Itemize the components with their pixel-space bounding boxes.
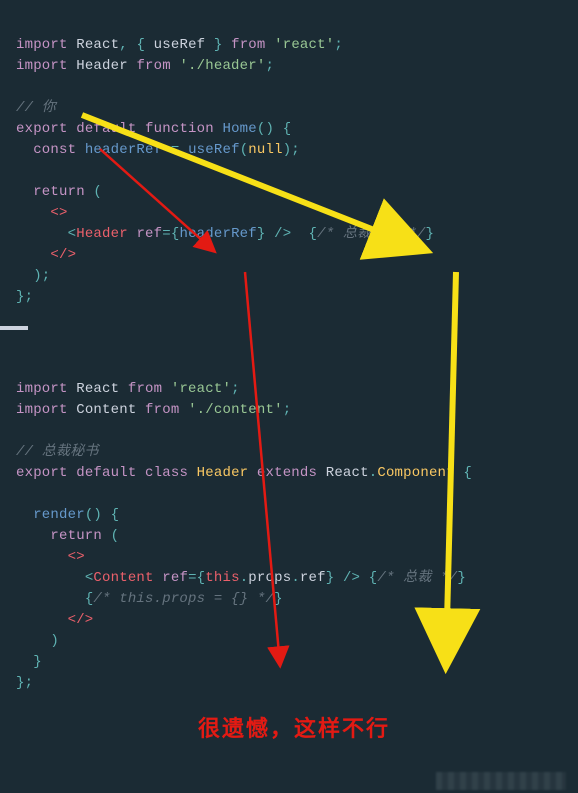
caption-text: 很遗憾，这样不行 [198,711,390,743]
code-block-2: import React from 'react'; import Conten… [0,332,578,708]
section-divider [0,328,28,330]
comment-this-props: /* this.props = {} */ [93,591,274,607]
jsx-fragment-open: <> [50,205,67,221]
kw-import: import [16,37,68,53]
comment-you: // 你 [16,100,56,116]
comment-boss: /* 总裁 */ [377,570,457,586]
jsx-fragment-close: </> [50,247,76,263]
comment-secretary-1: /* 总裁秘书 */ [317,226,425,242]
code-block: import React, { useRef } from 'react'; i… [0,0,578,322]
watermark [436,772,566,790]
comment-secretary-2: // 总裁秘书 [16,444,99,460]
